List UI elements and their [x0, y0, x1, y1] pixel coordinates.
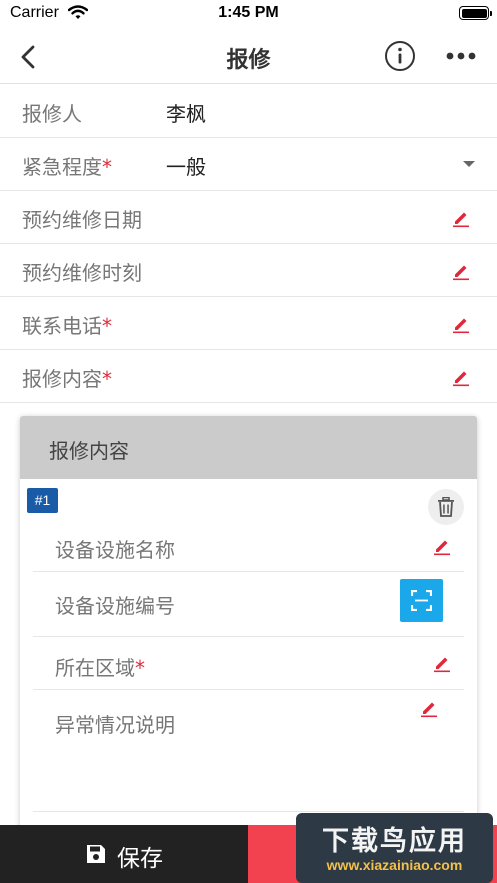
appointment-date-field[interactable]: 预约维修日期 — [0, 191, 497, 244]
urgency-select[interactable]: 紧急程度* 一般 — [0, 138, 497, 191]
content-label: 报修内容* — [22, 367, 112, 391]
save-icon — [87, 845, 105, 863]
clock: 1:45 PM — [218, 4, 279, 21]
trash-icon — [438, 497, 454, 517]
reporter-label: 报修人 — [22, 102, 82, 126]
required-mark: * — [102, 155, 112, 179]
phone-label: 联系电话* — [22, 314, 112, 338]
required-mark: * — [135, 656, 145, 680]
equipment-name-field[interactable]: 设备设施名称 — [33, 520, 464, 572]
edit-icon[interactable] — [451, 208, 471, 228]
required-mark: * — [102, 314, 112, 338]
page-title: 报修 — [226, 48, 271, 73]
description-textarea[interactable]: 异常情况说明 — [33, 690, 464, 812]
edit-icon[interactable] — [451, 314, 471, 334]
reporter-value: 李枫 — [166, 102, 206, 126]
area-field[interactable]: 所在区域* — [33, 637, 464, 690]
area-label: 所在区域* — [55, 656, 145, 680]
nav-bar: 报修 — [0, 30, 497, 84]
watermark-title: 下载鸟应用 — [322, 826, 467, 857]
more-icon[interactable] — [444, 42, 478, 70]
info-icon[interactable] — [384, 40, 416, 72]
scan-icon — [411, 590, 432, 611]
edit-icon[interactable] — [432, 536, 452, 556]
card-header: 报修内容 — [20, 416, 477, 479]
equipment-code-label: 设备设施编号 — [55, 594, 175, 618]
edit-icon[interactable] — [451, 367, 471, 387]
save-label: 保存 — [117, 846, 163, 872]
save-button[interactable]: 保存 — [0, 825, 248, 883]
watermark-url: www.xiazainiao.com — [326, 857, 463, 873]
urgency-label: 紧急程度* — [22, 155, 112, 179]
edit-icon[interactable] — [451, 261, 471, 281]
phone-field[interactable]: 联系电话* — [0, 297, 497, 350]
reporter-row: 报修人 李枫 — [0, 85, 497, 138]
required-mark: * — [102, 367, 112, 391]
appointment-time-field[interactable]: 预约维修时刻 — [0, 244, 497, 297]
repair-content-card: 报修内容 #1 设备设施名称 设备设施编号 所在区域* 异常情况说明 — [20, 416, 477, 836]
scan-button[interactable] — [400, 579, 443, 622]
edit-icon[interactable] — [432, 653, 452, 673]
edit-icon[interactable] — [419, 698, 439, 718]
battery-icon — [459, 6, 492, 20]
status-bar: Carrier 1:45 PM — [0, 0, 497, 30]
urgency-value: 一般 — [166, 155, 206, 179]
description-label: 异常情况说明 — [55, 713, 175, 737]
caret-down-icon — [463, 161, 475, 167]
content-field[interactable]: 报修内容* — [0, 350, 497, 403]
card-title: 报修内容 — [49, 439, 129, 463]
appointment-time-label: 预约维修时刻 — [22, 261, 142, 285]
item-index-badge: #1 — [27, 488, 58, 513]
equipment-name-label: 设备设施名称 — [55, 538, 175, 562]
watermark-logo: 下载鸟应用 www.xiazainiao.com — [296, 813, 493, 883]
appointment-date-label: 预约维修日期 — [22, 208, 142, 232]
